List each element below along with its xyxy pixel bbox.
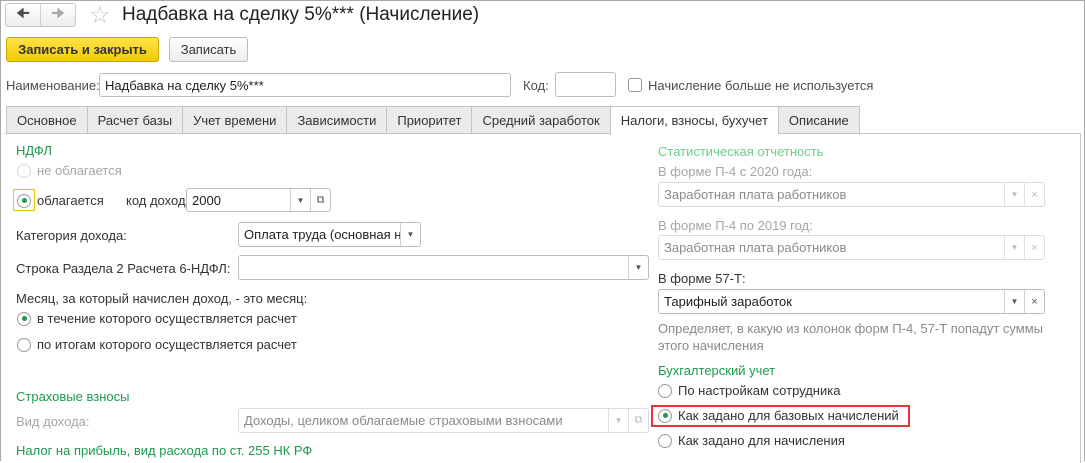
tab-description[interactable]: Описание	[777, 106, 860, 134]
acc-base-radio[interactable]: Как задано для базовых начислений	[658, 408, 899, 423]
p4-2020-value: Заработная плата работников	[664, 187, 847, 202]
code-label: Код:	[523, 78, 549, 93]
radio-icon	[658, 433, 672, 448]
tab-base-calc[interactable]: Расчет базы	[86, 106, 183, 134]
tab-time[interactable]: Учет времени	[182, 106, 287, 134]
month-during-label: в течение которого осуществляется расчет	[37, 311, 297, 326]
radio-icon	[17, 163, 31, 178]
f57-value: Тарифный заработок	[664, 294, 792, 309]
name-value: Надбавка на сделку 5%***	[105, 77, 264, 93]
clear-icon[interactable]: ×	[1024, 290, 1044, 313]
dropdown-icon[interactable]: ▼	[290, 189, 310, 211]
p4-2019-select[interactable]: Заработная плата работников ▼ ×	[658, 235, 1045, 260]
p4-2019-label: В форме П-4 по 2019 год:	[658, 218, 813, 233]
clear-icon[interactable]: ×	[1024, 183, 1044, 206]
f57-select[interactable]: Тарифный заработок ▼ ×	[658, 289, 1045, 314]
income-kind-value: Доходы, целиком облагаемые страховыми вз…	[244, 413, 563, 428]
line-select[interactable]: ▼	[238, 255, 649, 280]
category-select[interactable]: Оплата труда (основная н ▼	[238, 222, 421, 247]
p4-2020-select[interactable]: Заработная плата работников ▼ ×	[658, 182, 1045, 207]
save-button[interactable]: Записать	[169, 37, 248, 62]
tab-average-earnings[interactable]: Средний заработок	[471, 106, 610, 134]
insurance-title: Страховые взносы	[16, 389, 130, 404]
dropdown-icon[interactable]: ▼	[608, 409, 628, 432]
not-taxed-label: не облагается	[37, 163, 122, 178]
clear-icon[interactable]: ×	[1024, 236, 1044, 259]
nav-buttons: 🠈 🠊	[5, 3, 76, 27]
tab-priority[interactable]: Приоритет	[386, 106, 472, 134]
dropdown-icon[interactable]: ▼	[1004, 290, 1024, 313]
income-code-value: 2000	[192, 192, 221, 208]
save-and-close-button[interactable]: Записать и закрыть	[6, 37, 159, 62]
income-code-input[interactable]: 2000 ▼ ⧉	[186, 188, 331, 212]
acc-base-label: Как задано для базовых начислений	[678, 408, 899, 423]
open-icon[interactable]: ⧉	[628, 409, 648, 432]
code-input[interactable]	[555, 72, 616, 97]
unused-label: Начисление больше не используется	[648, 78, 874, 93]
profit-tax-title: Налог на прибыль, вид расхода по ст. 255…	[16, 443, 313, 458]
category-value: Оплата труда (основная н	[244, 227, 400, 242]
favorite-star-icon[interactable]: ☆	[89, 1, 111, 30]
month-during-radio[interactable]: в течение которого осуществляется расчет	[17, 311, 297, 326]
taxed-radio[interactable]: облагается	[17, 193, 104, 208]
category-label: Категория дохода:	[16, 228, 127, 243]
month-label: Месяц, за который начислен доход, - это …	[16, 291, 308, 306]
acc-employee-label: По настройкам сотрудника	[678, 383, 841, 398]
name-input[interactable]: Надбавка на сделку 5%***	[99, 73, 511, 97]
dropdown-icon[interactable]: ▼	[628, 256, 648, 279]
dropdown-icon[interactable]: ▼	[400, 223, 420, 246]
acc-employee-radio[interactable]: По настройкам сотрудника	[658, 383, 840, 398]
month-results-label: по итогам которого осуществляется расчет	[37, 337, 297, 352]
tab-taxes[interactable]: Налоги, взносы, бухучет	[609, 106, 778, 135]
name-label: Наименование:	[6, 78, 100, 93]
unused-checkbox[interactable]	[628, 78, 642, 92]
ndfl-title: НДФЛ	[16, 143, 52, 158]
stats-hint-2: этого начисления	[658, 338, 764, 353]
dropdown-icon[interactable]: ▼	[1004, 236, 1024, 259]
radio-icon	[17, 337, 31, 352]
p4-2019-value: Заработная плата работников	[664, 240, 847, 255]
back-arrow-icon[interactable]: 🠈	[6, 4, 40, 26]
month-results-radio[interactable]: по итогам которого осуществляется расчет	[17, 337, 297, 352]
line-label: Строка Раздела 2 Расчета 6-НДФЛ:	[16, 261, 231, 276]
accounting-title: Бухгалтерский учет	[658, 363, 776, 378]
income-kind-select[interactable]: Доходы, целиком облагаемые страховыми вз…	[238, 408, 649, 433]
stats-hint: Определяет, в какую из колонок форм П-4,…	[658, 321, 1044, 336]
tab-bar: Основное Расчет базы Учет времени Зависи…	[6, 106, 860, 135]
dropdown-icon[interactable]: ▼	[1004, 183, 1024, 206]
radio-icon	[658, 408, 672, 423]
taxed-label: облагается	[37, 193, 104, 208]
not-taxed-radio[interactable]: не облагается	[17, 163, 122, 178]
acc-accrual-label: Как задано для начисления	[678, 433, 845, 448]
radio-icon	[17, 193, 31, 208]
radio-icon	[658, 383, 672, 398]
tab-main[interactable]: Основное	[6, 106, 87, 134]
p4-2020-label: В форме П-4 с 2020 года:	[658, 164, 813, 179]
acc-accrual-radio[interactable]: Как задано для начисления	[658, 433, 845, 448]
income-kind-label: Вид дохода:	[16, 414, 90, 429]
stats-title: Статистическая отчетность	[658, 144, 824, 159]
f57-label: В форме 57-Т:	[658, 271, 746, 286]
window-title: Надбавка на сделку 5%*** (Начисление)	[122, 4, 480, 25]
radio-icon	[17, 311, 31, 326]
tab-dependencies[interactable]: Зависимости	[286, 106, 387, 134]
open-icon[interactable]: ⧉	[310, 189, 330, 211]
forward-arrow-icon[interactable]: 🠊	[40, 4, 75, 26]
